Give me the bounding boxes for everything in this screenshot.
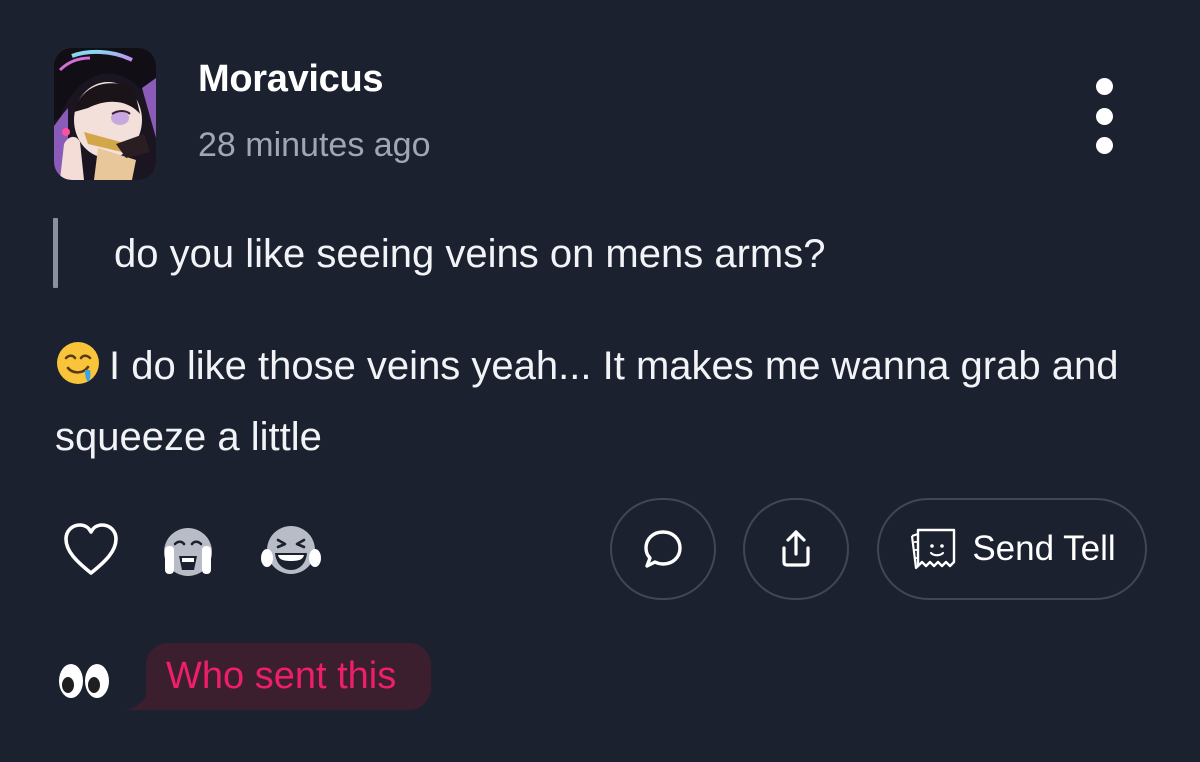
- comment-icon: [644, 530, 682, 568]
- send-tell-label: Send Tell: [972, 529, 1116, 568]
- answer-text-block: I do like those veins yeah... It makes m…: [55, 334, 1165, 469]
- share-icon: [782, 530, 810, 567]
- answer-text: I do like those veins yeah... It makes m…: [55, 344, 1119, 459]
- more-options-icon[interactable]: [1082, 78, 1126, 154]
- share-button[interactable]: [743, 498, 849, 600]
- post-timestamp: 28 minutes ago: [198, 126, 431, 164]
- eyes-icon: [57, 660, 111, 707]
- drooling-face-icon: [55, 340, 101, 405]
- tell-bag-icon: [911, 528, 956, 570]
- username[interactable]: Moravicus: [198, 58, 384, 101]
- quote-bar: [53, 218, 58, 288]
- who-sent-this-button[interactable]: Who sent this: [146, 643, 431, 710]
- who-sent-this-label: Who sent this: [166, 655, 397, 697]
- comment-button[interactable]: [610, 498, 716, 600]
- avatar[interactable]: [54, 48, 156, 180]
- crying-face-icon[interactable]: [158, 524, 218, 585]
- laughing-face-icon[interactable]: [258, 522, 324, 583]
- avatar-image: [54, 48, 156, 180]
- send-tell-button[interactable]: Send Tell: [877, 498, 1147, 600]
- heart-icon[interactable]: [62, 521, 120, 582]
- question-text: do you like seeing veins on mens arms?: [114, 232, 826, 276]
